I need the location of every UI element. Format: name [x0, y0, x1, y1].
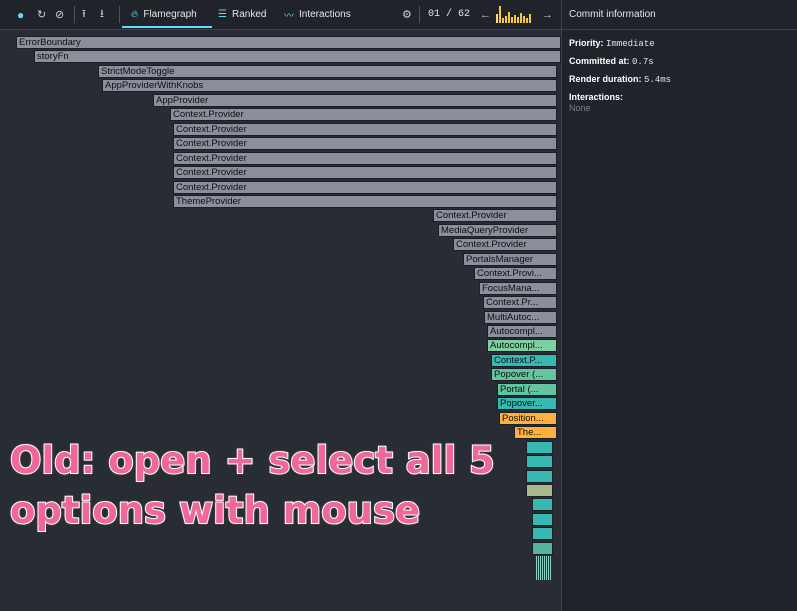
reload-button[interactable]: ↻ — [37, 0, 46, 29]
flamegraph-bar[interactable]: Autocompl... — [487, 325, 557, 338]
settings-button[interactable]: ⚙ — [402, 0, 412, 29]
toolbar-divider — [119, 6, 120, 23]
committed-label: Committed at — [569, 56, 627, 66]
commit-bar[interactable] — [526, 18, 528, 23]
ranked-icon: ☰ — [218, 9, 227, 20]
load-profile-button[interactable]: ⭱ — [82, 0, 86, 29]
flamegraph-bar[interactable]: FocusMana... — [479, 281, 557, 295]
flamegraph-bar[interactable]: Context.Pr... — [483, 296, 557, 310]
overlay-caption: Old: open + select all 5 options with mo… — [9, 436, 570, 536]
tab-flamegraph-label: Flamegraph — [143, 9, 197, 20]
interactions-icon: 〰 — [284, 11, 294, 22]
commit-bar[interactable] — [520, 13, 522, 23]
toolbar-divider — [74, 6, 75, 23]
flamegraph-bar[interactable]: Context.Provider — [173, 122, 557, 136]
commit-bar[interactable] — [511, 17, 513, 23]
tab-flamegraph[interactable]: 🔥︎ Flamegraph — [131, 0, 197, 29]
panel-title: Commit information — [562, 0, 797, 30]
flamegraph-bar[interactable]: Context.Provi... — [474, 267, 557, 281]
commit-bar[interactable] — [514, 15, 516, 23]
commit-bar[interactable] — [508, 12, 510, 23]
prev-commit-button[interactable]: ← — [480, 0, 491, 29]
flamegraph-thin-frame[interactable] — [548, 556, 549, 581]
save-profile-button[interactable]: ⭳ — [100, 0, 104, 29]
commit-bar[interactable] — [502, 18, 504, 23]
commit-bar[interactable] — [499, 6, 501, 23]
gear-icon: ⚙ — [402, 9, 412, 21]
flamegraph-bar[interactable]: StrictModeToggle — [98, 64, 557, 78]
render-duration-label: Render duration — [569, 74, 639, 84]
priority-row: Priority: Immediate — [569, 38, 655, 49]
active-tab-indicator — [122, 26, 212, 28]
commit-bar[interactable] — [517, 17, 519, 23]
record-dot-icon: ● — [17, 7, 25, 22]
upload-icon: ⭱ — [82, 8, 86, 20]
flamegraph-bar[interactable]: Popover (... — [491, 368, 557, 382]
flamegraph-bar[interactable]: ThemeProvider — [173, 194, 557, 208]
clear-button[interactable]: ⊘ — [55, 0, 64, 29]
flamegraph-bar[interactable]: Context.Provider — [173, 137, 557, 151]
commit-info-panel: Commit information Priority: Immediate C… — [561, 0, 797, 611]
flamegraph-bar[interactable]: Popover... — [497, 397, 557, 411]
flamegraph-bar[interactable]: Context.Provider — [173, 151, 557, 165]
interactions-row: Interactions: — [569, 92, 624, 102]
flamegraph-bar[interactable]: Portal (... — [497, 382, 557, 396]
flamegraph-bar[interactable] — [532, 541, 553, 555]
priority-label: Priority — [569, 38, 601, 48]
flamegraph-bar[interactable]: Context.Provider — [433, 209, 557, 223]
commit-counter: 01 / 62 — [428, 9, 471, 20]
tab-ranked-label: Ranked — [231, 9, 267, 20]
flamegraph-thin-frame[interactable] — [538, 556, 539, 581]
commit-bar[interactable] — [523, 16, 525, 23]
arrow-right-icon: → — [542, 8, 553, 21]
flamegraph-thin-frame[interactable] — [536, 556, 537, 581]
flamegraph-thin-frame[interactable] — [546, 556, 547, 581]
committed-row: Committed at: 0.7s — [569, 56, 654, 67]
flamegraph-bar[interactable]: Context.Provider — [170, 108, 557, 122]
toolbar-divider — [419, 6, 420, 23]
render-duration-value: 5.4ms — [644, 75, 672, 85]
caption-line-2: options with mouse — [9, 488, 421, 533]
flamegraph-bar[interactable]: Autocompl... — [487, 339, 557, 353]
flamegraph-bar[interactable]: AppProvider — [153, 93, 557, 107]
flamegraph-bar[interactable]: Context.Provider — [453, 238, 557, 252]
render-duration-row: Render duration: 5.4ms — [569, 74, 672, 85]
flamegraph-bar[interactable]: Context.Provider — [173, 166, 557, 180]
reload-icon: ↻ — [37, 9, 47, 21]
flamegraph-bar[interactable]: MultiAutoc... — [484, 310, 557, 324]
interactions-value: None — [569, 103, 591, 113]
flamegraph-bar[interactable]: AppProviderWithKnobs — [102, 79, 557, 93]
interactions-label: Interactions — [569, 92, 621, 102]
next-commit-button[interactable]: → — [542, 0, 553, 29]
flamegraph-bar[interactable]: Context.Provider — [173, 180, 557, 194]
flamegraph-bar[interactable]: ErrorBoundary — [16, 36, 561, 49]
flamegraph-thin-frame[interactable] — [544, 556, 545, 581]
flamegraph-thin-frame[interactable] — [550, 556, 551, 581]
flame-icon: 🔥︎ — [131, 9, 139, 20]
priority-value: Immediate — [606, 39, 655, 49]
profiler-toolbar: ● ↻ ⊘ ⭱ ⭳ 🔥︎ Flamegraph ☰ Ranked 〰 Inter… — [0, 0, 561, 30]
flamegraph-bar[interactable]: Context.P... — [491, 353, 557, 367]
flamegraph-bar[interactable]: MediaQueryProvider — [438, 223, 557, 237]
flamegraph-bar[interactable]: PortalsManager — [463, 252, 557, 266]
commit-bar[interactable] — [529, 14, 531, 23]
flamegraph-thin-frame[interactable] — [542, 556, 543, 581]
commit-bar[interactable] — [496, 14, 498, 23]
tab-ranked[interactable]: ☰ Ranked — [218, 0, 266, 29]
commit-selector[interactable] — [496, 0, 534, 29]
arrow-left-icon: ← — [480, 8, 491, 21]
committed-value: 0.7s — [632, 57, 654, 67]
tab-interactions[interactable]: 〰 Interactions — [284, 0, 351, 29]
flamegraph-bar[interactable]: storyFn — [34, 50, 561, 64]
commit-bar[interactable] — [505, 16, 507, 23]
download-icon: ⭳ — [100, 8, 104, 20]
flamegraph-bar[interactable]: Position... — [499, 411, 557, 425]
record-button[interactable]: ● — [17, 0, 24, 29]
clear-icon: ⊘ — [55, 9, 65, 21]
flamegraph-thin-frame[interactable] — [540, 556, 541, 581]
tab-interactions-label: Interactions — [299, 9, 351, 20]
caption-line-1: Old: open + select all 5 — [9, 438, 496, 483]
